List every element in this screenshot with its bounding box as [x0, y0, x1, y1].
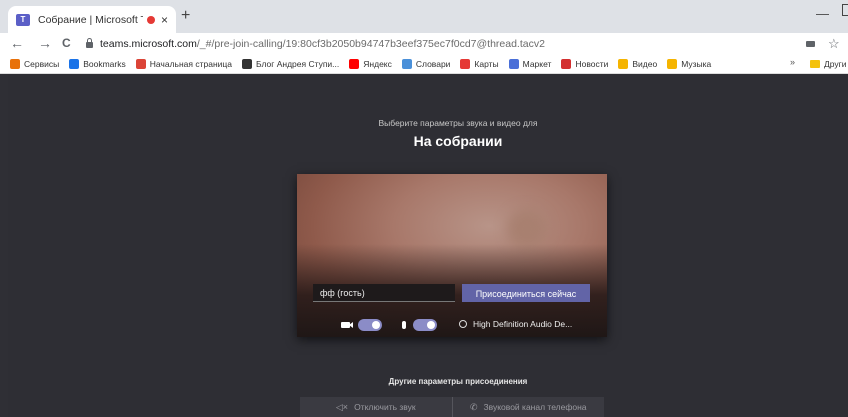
bookmark-label: Музыка — [681, 59, 712, 69]
bookmark-favicon-icon — [618, 59, 629, 69]
prejoin-subtitle: Выберите параметры звука и видео для — [378, 118, 538, 128]
prejoin-screen: Выберите параметры звука и видео для На … — [8, 74, 848, 417]
video-blur — [507, 209, 547, 249]
bookmark-favicon-icon — [460, 59, 471, 69]
bookmark-label: Новости — [575, 59, 609, 69]
bookmark-item[interactable]: Блог Андрея Ступи... — [241, 59, 340, 69]
bookmark-label: Bookmarks — [83, 59, 126, 69]
bookmark-favicon-icon — [401, 59, 412, 69]
tab-close-icon[interactable]: × — [161, 13, 168, 27]
bookmark-favicon-icon — [241, 59, 252, 69]
url-path: /_#/pre-join-calling/19:80cf3b2050b94747… — [196, 38, 545, 50]
camera-in-use-icon[interactable] — [806, 41, 815, 47]
teams-logo-icon: T — [16, 13, 30, 26]
bookmark-favicon-icon — [10, 59, 20, 69]
bookmark-favicon-icon — [561, 59, 572, 69]
bookmarks-bar: Сервисы Bookmarks Начальная страница Блог А… — [0, 55, 848, 74]
bookmark-label: Маркет — [522, 59, 552, 69]
bookmark-item[interactable]: Маркет — [508, 59, 552, 69]
join-now-button[interactable]: Присоединиться сейчас — [462, 284, 590, 302]
gear-icon — [459, 320, 467, 328]
camera-toggle[interactable] — [358, 319, 382, 331]
guest-name-input[interactable] — [313, 284, 455, 302]
bookmark-item[interactable]: Сервисы — [10, 59, 59, 69]
bookmark-item[interactable]: Видео — [618, 59, 657, 69]
bookmark-other-label: Други — [824, 59, 847, 69]
browser-tab[interactable]: T Собрание | Microsoft Teams × — [8, 6, 176, 33]
reload-button[interactable]: C — [62, 36, 71, 50]
lock-icon — [86, 38, 93, 48]
bookmark-favicon-icon — [69, 59, 80, 69]
bookmark-favicon-icon — [349, 59, 360, 69]
toggle-knob — [372, 321, 380, 329]
bookmark-item[interactable]: Словари — [401, 59, 451, 69]
mic-toggle[interactable] — [413, 319, 437, 331]
bookmark-star-icon[interactable]: ☆ — [828, 36, 840, 52]
microphone-icon — [402, 321, 406, 329]
speaker-off-icon: ◁× — [335, 401, 349, 412]
bookmark-other-folder[interactable]: Други — [810, 55, 847, 73]
browser-tab-bar: T Собрание | Microsoft Teams × + — — [0, 0, 848, 33]
meeting-title: На собрании — [413, 133, 503, 149]
bookmark-favicon-icon — [667, 59, 678, 69]
bookmark-label: Словари — [415, 59, 451, 69]
window-maximize-button[interactable] — [842, 4, 848, 16]
phone-audio-label: Звуковой канал телефона — [483, 402, 587, 412]
video-preview: Присоединиться сейчас High Definition Au… — [297, 174, 607, 337]
folder-icon — [810, 60, 820, 68]
bookmark-label: Яндекс — [363, 59, 392, 69]
join-options-bar: ◁× Отключить звук ✆ Звуковой канал телеф… — [300, 397, 604, 417]
bookmark-label: Видео — [632, 59, 658, 69]
bookmarks-more-button[interactable]: » — [790, 57, 795, 67]
url-host: teams.microsoft.com — [100, 38, 197, 50]
address-bar: ← → C teams.microsoft.com/_#/pre-join-ca… — [0, 33, 848, 55]
toggle-knob — [427, 321, 435, 329]
forward-button[interactable]: → — [38, 35, 52, 51]
bookmark-label: Начальная страница — [149, 59, 232, 69]
recording-indicator-icon — [146, 15, 155, 24]
mic-control — [402, 319, 437, 331]
camera-icon — [341, 322, 353, 328]
url-input[interactable]: teams.microsoft.com/_#/pre-join-calling/… — [86, 35, 786, 53]
bookmark-item[interactable]: Яндекс — [349, 59, 392, 69]
audio-off-option[interactable]: ◁× Отключить звук — [300, 397, 452, 417]
device-settings[interactable]: High Definition Audio De... — [459, 319, 572, 329]
bookmark-item[interactable]: Музыка — [667, 59, 711, 69]
phone-audio-option[interactable]: ✆ Звуковой канал телефона — [451, 397, 605, 417]
camera-control — [341, 319, 382, 331]
bookmarks-list: Сервисы Bookmarks Начальная страница Блог А… — [10, 55, 721, 73]
bookmark-item[interactable]: Bookmarks — [69, 59, 126, 69]
back-button[interactable]: ← — [10, 35, 24, 51]
bookmark-favicon-icon — [508, 59, 519, 69]
bookmark-item[interactable]: Новости — [561, 59, 608, 69]
bookmark-item[interactable]: Начальная страница — [135, 59, 232, 69]
audio-device-label: High Definition Audio De... — [473, 319, 573, 329]
phone-icon: ✆ — [469, 401, 478, 412]
bookmark-label: Блог Андрея Ступи... — [255, 59, 340, 69]
bookmark-label: Сервисы — [24, 59, 60, 69]
audio-off-label: Отключить звук — [354, 402, 416, 412]
bookmark-favicon-icon — [135, 59, 146, 69]
bookmark-label: Карты — [474, 59, 499, 69]
new-tab-button[interactable]: + — [181, 7, 190, 25]
window-minimize-button[interactable]: — — [816, 6, 829, 21]
tab-title: Собрание | Microsoft Teams — [38, 13, 143, 26]
bookmark-item[interactable]: Карты — [460, 59, 499, 69]
other-join-options-label: Другие параметры присоединения — [388, 377, 528, 386]
url-text: teams.microsoft.com/_#/pre-join-calling/… — [100, 38, 545, 50]
